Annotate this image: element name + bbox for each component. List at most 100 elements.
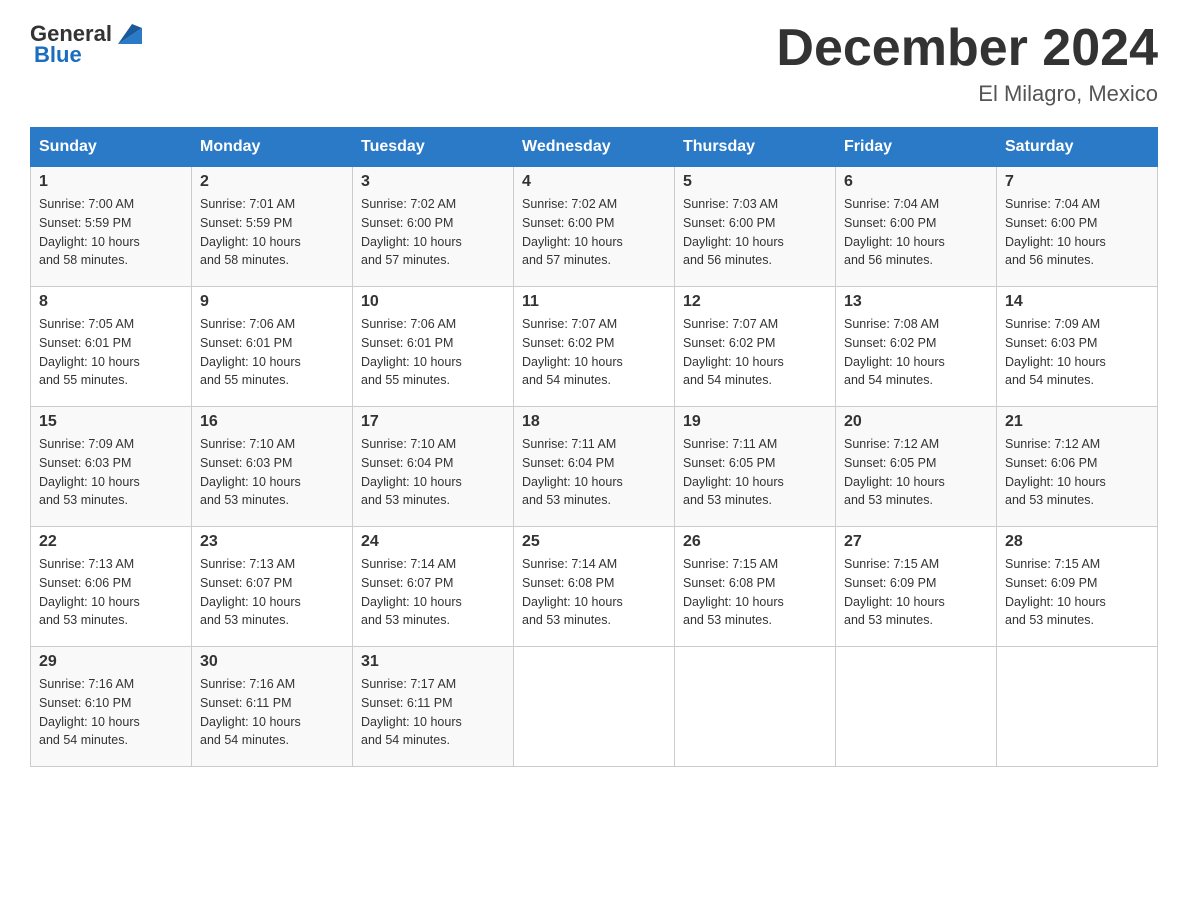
header-thursday: Thursday [675, 128, 836, 167]
day-number: 20 [844, 413, 988, 431]
calendar-table: SundayMondayTuesdayWednesdayThursdayFrid… [30, 127, 1158, 767]
logo-icon [114, 20, 142, 48]
day-info: Sunrise: 7:09 AM Sunset: 6:03 PM Dayligh… [39, 435, 183, 510]
calendar-week-row: 15 Sunrise: 7:09 AM Sunset: 6:03 PM Dayl… [31, 407, 1158, 527]
day-info: Sunrise: 7:15 AM Sunset: 6:08 PM Dayligh… [683, 555, 827, 630]
calendar-cell: 26 Sunrise: 7:15 AM Sunset: 6:08 PM Dayl… [675, 527, 836, 647]
day-number: 14 [1005, 293, 1149, 311]
day-info: Sunrise: 7:06 AM Sunset: 6:01 PM Dayligh… [361, 315, 505, 390]
title-section: December 2024 El Milagro, Mexico [776, 20, 1158, 107]
day-number: 12 [683, 293, 827, 311]
day-info: Sunrise: 7:06 AM Sunset: 6:01 PM Dayligh… [200, 315, 344, 390]
calendar-cell: 11 Sunrise: 7:07 AM Sunset: 6:02 PM Dayl… [514, 287, 675, 407]
day-info: Sunrise: 7:15 AM Sunset: 6:09 PM Dayligh… [844, 555, 988, 630]
calendar-cell: 4 Sunrise: 7:02 AM Sunset: 6:00 PM Dayli… [514, 167, 675, 287]
calendar-week-row: 1 Sunrise: 7:00 AM Sunset: 5:59 PM Dayli… [31, 167, 1158, 287]
calendar-cell: 7 Sunrise: 7:04 AM Sunset: 6:00 PM Dayli… [997, 167, 1158, 287]
day-number: 2 [200, 173, 344, 191]
day-number: 22 [39, 533, 183, 551]
calendar-cell [997, 647, 1158, 767]
calendar-cell: 30 Sunrise: 7:16 AM Sunset: 6:11 PM Dayl… [192, 647, 353, 767]
day-number: 30 [200, 653, 344, 671]
day-info: Sunrise: 7:12 AM Sunset: 6:05 PM Dayligh… [844, 435, 988, 510]
day-number: 13 [844, 293, 988, 311]
day-info: Sunrise: 7:07 AM Sunset: 6:02 PM Dayligh… [683, 315, 827, 390]
day-info: Sunrise: 7:03 AM Sunset: 6:00 PM Dayligh… [683, 195, 827, 270]
calendar-week-row: 8 Sunrise: 7:05 AM Sunset: 6:01 PM Dayli… [31, 287, 1158, 407]
day-number: 16 [200, 413, 344, 431]
day-number: 18 [522, 413, 666, 431]
calendar-cell: 24 Sunrise: 7:14 AM Sunset: 6:07 PM Dayl… [353, 527, 514, 647]
header-monday: Monday [192, 128, 353, 167]
day-info: Sunrise: 7:17 AM Sunset: 6:11 PM Dayligh… [361, 675, 505, 750]
calendar-cell: 5 Sunrise: 7:03 AM Sunset: 6:00 PM Dayli… [675, 167, 836, 287]
day-number: 11 [522, 293, 666, 311]
calendar-header-row: SundayMondayTuesdayWednesdayThursdayFrid… [31, 128, 1158, 167]
day-number: 4 [522, 173, 666, 191]
day-info: Sunrise: 7:04 AM Sunset: 6:00 PM Dayligh… [844, 195, 988, 270]
calendar-cell: 31 Sunrise: 7:17 AM Sunset: 6:11 PM Dayl… [353, 647, 514, 767]
calendar-cell: 12 Sunrise: 7:07 AM Sunset: 6:02 PM Dayl… [675, 287, 836, 407]
day-info: Sunrise: 7:08 AM Sunset: 6:02 PM Dayligh… [844, 315, 988, 390]
header-tuesday: Tuesday [353, 128, 514, 167]
calendar-cell: 15 Sunrise: 7:09 AM Sunset: 6:03 PM Dayl… [31, 407, 192, 527]
calendar-cell [514, 647, 675, 767]
calendar-cell: 19 Sunrise: 7:11 AM Sunset: 6:05 PM Dayl… [675, 407, 836, 527]
calendar-cell: 9 Sunrise: 7:06 AM Sunset: 6:01 PM Dayli… [192, 287, 353, 407]
calendar-cell: 1 Sunrise: 7:00 AM Sunset: 5:59 PM Dayli… [31, 167, 192, 287]
day-number: 6 [844, 173, 988, 191]
day-number: 1 [39, 173, 183, 191]
day-number: 26 [683, 533, 827, 551]
day-number: 29 [39, 653, 183, 671]
day-info: Sunrise: 7:14 AM Sunset: 6:07 PM Dayligh… [361, 555, 505, 630]
calendar-cell: 21 Sunrise: 7:12 AM Sunset: 6:06 PM Dayl… [997, 407, 1158, 527]
calendar-cell: 14 Sunrise: 7:09 AM Sunset: 6:03 PM Dayl… [997, 287, 1158, 407]
day-info: Sunrise: 7:11 AM Sunset: 6:04 PM Dayligh… [522, 435, 666, 510]
day-number: 8 [39, 293, 183, 311]
day-info: Sunrise: 7:16 AM Sunset: 6:11 PM Dayligh… [200, 675, 344, 750]
calendar-week-row: 22 Sunrise: 7:13 AM Sunset: 6:06 PM Dayl… [31, 527, 1158, 647]
day-info: Sunrise: 7:16 AM Sunset: 6:10 PM Dayligh… [39, 675, 183, 750]
day-number: 17 [361, 413, 505, 431]
day-info: Sunrise: 7:13 AM Sunset: 6:06 PM Dayligh… [39, 555, 183, 630]
calendar-cell: 6 Sunrise: 7:04 AM Sunset: 6:00 PM Dayli… [836, 167, 997, 287]
calendar-cell: 8 Sunrise: 7:05 AM Sunset: 6:01 PM Dayli… [31, 287, 192, 407]
day-info: Sunrise: 7:02 AM Sunset: 6:00 PM Dayligh… [522, 195, 666, 270]
day-info: Sunrise: 7:00 AM Sunset: 5:59 PM Dayligh… [39, 195, 183, 270]
day-number: 3 [361, 173, 505, 191]
day-info: Sunrise: 7:10 AM Sunset: 6:03 PM Dayligh… [200, 435, 344, 510]
day-number: 25 [522, 533, 666, 551]
header-sunday: Sunday [31, 128, 192, 167]
calendar-cell: 20 Sunrise: 7:12 AM Sunset: 6:05 PM Dayl… [836, 407, 997, 527]
day-number: 21 [1005, 413, 1149, 431]
day-info: Sunrise: 7:14 AM Sunset: 6:08 PM Dayligh… [522, 555, 666, 630]
day-info: Sunrise: 7:13 AM Sunset: 6:07 PM Dayligh… [200, 555, 344, 630]
header-wednesday: Wednesday [514, 128, 675, 167]
day-info: Sunrise: 7:01 AM Sunset: 5:59 PM Dayligh… [200, 195, 344, 270]
day-number: 24 [361, 533, 505, 551]
day-info: Sunrise: 7:04 AM Sunset: 6:00 PM Dayligh… [1005, 195, 1149, 270]
calendar-title: December 2024 [776, 20, 1158, 77]
day-info: Sunrise: 7:12 AM Sunset: 6:06 PM Dayligh… [1005, 435, 1149, 510]
calendar-cell: 2 Sunrise: 7:01 AM Sunset: 5:59 PM Dayli… [192, 167, 353, 287]
day-info: Sunrise: 7:11 AM Sunset: 6:05 PM Dayligh… [683, 435, 827, 510]
day-number: 19 [683, 413, 827, 431]
day-info: Sunrise: 7:15 AM Sunset: 6:09 PM Dayligh… [1005, 555, 1149, 630]
calendar-subtitle: El Milagro, Mexico [776, 81, 1158, 107]
day-number: 9 [200, 293, 344, 311]
calendar-cell [836, 647, 997, 767]
calendar-cell: 17 Sunrise: 7:10 AM Sunset: 6:04 PM Dayl… [353, 407, 514, 527]
day-info: Sunrise: 7:09 AM Sunset: 6:03 PM Dayligh… [1005, 315, 1149, 390]
calendar-cell: 18 Sunrise: 7:11 AM Sunset: 6:04 PM Dayl… [514, 407, 675, 527]
page-header: General Blue December 2024 El Milagro, M… [30, 20, 1158, 107]
day-info: Sunrise: 7:05 AM Sunset: 6:01 PM Dayligh… [39, 315, 183, 390]
day-number: 5 [683, 173, 827, 191]
day-number: 31 [361, 653, 505, 671]
logo: General Blue [30, 20, 142, 68]
calendar-cell: 16 Sunrise: 7:10 AM Sunset: 6:03 PM Dayl… [192, 407, 353, 527]
day-info: Sunrise: 7:07 AM Sunset: 6:02 PM Dayligh… [522, 315, 666, 390]
header-friday: Friday [836, 128, 997, 167]
day-number: 10 [361, 293, 505, 311]
calendar-cell: 22 Sunrise: 7:13 AM Sunset: 6:06 PM Dayl… [31, 527, 192, 647]
calendar-cell: 25 Sunrise: 7:14 AM Sunset: 6:08 PM Dayl… [514, 527, 675, 647]
